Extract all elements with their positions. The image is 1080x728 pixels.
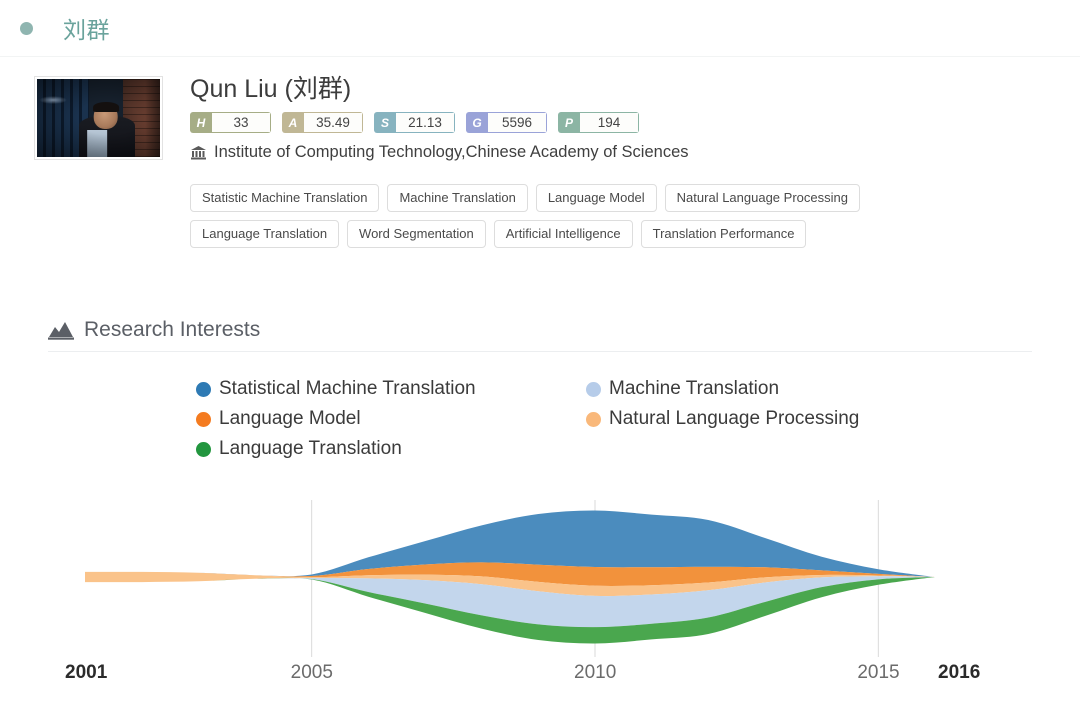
- legend-label: Statistical Machine Translation: [219, 378, 476, 399]
- keyword-tag-list: Statistic Machine Translation Machine Tra…: [190, 184, 995, 248]
- metric-badges: H 33 A 35.49 S 21.13 G 5596 P 194: [190, 112, 995, 133]
- legend-label: Language Model: [219, 408, 361, 429]
- institution-icon: [190, 145, 207, 161]
- p-index-icon: P: [558, 112, 580, 133]
- h-index-icon: H: [190, 112, 212, 133]
- photo-vignette: [37, 79, 160, 157]
- legend-label: Language Translation: [219, 438, 402, 459]
- section-divider: [48, 351, 1032, 352]
- keyword-tag[interactable]: Language Model: [535, 184, 657, 212]
- keyword-tag[interactable]: Natural Language Processing: [664, 184, 860, 212]
- x-axis-tick-label: 2005: [290, 662, 333, 683]
- section-title: Research Interests: [84, 318, 261, 341]
- metric-badge[interactable]: S 21.13: [374, 112, 455, 133]
- legend-label: Machine Translation: [609, 378, 780, 399]
- affiliation-text: Institute of Computing Technology,Chines…: [214, 143, 689, 161]
- stream-graph: [85, 500, 935, 657]
- research-interests-chart: 2001 2005 2010 2015 2016: [0, 492, 1080, 728]
- page-header: 刘群: [0, 0, 1080, 57]
- x-axis-tick-label: 2010: [574, 662, 617, 683]
- x-axis-tick-label: 2015: [857, 662, 900, 683]
- legend-item[interactable]: Natural Language Processing: [586, 408, 956, 430]
- chart-legend: Statistical Machine Translation Machine T…: [196, 378, 956, 460]
- keyword-tag[interactable]: Machine Translation: [387, 184, 528, 212]
- legend-item[interactable]: Statistical Machine Translation: [196, 378, 586, 400]
- legend-color-swatch: [196, 441, 211, 457]
- metric-badge-value: 5596: [488, 112, 547, 133]
- avatar-photo: [37, 79, 160, 157]
- metric-badge-value: 21.13: [396, 112, 455, 133]
- legend-item[interactable]: Language Model: [196, 408, 586, 430]
- g-index-icon: G: [466, 112, 488, 133]
- section-header: Research Interests: [0, 318, 1080, 342]
- keyword-tag[interactable]: Language Translation: [190, 220, 340, 248]
- avatar[interactable]: [34, 76, 163, 160]
- s-index-icon: S: [374, 112, 396, 133]
- metric-badge[interactable]: A 35.49: [282, 112, 363, 133]
- legend-label: Natural Language Processing: [609, 408, 860, 429]
- legend-color-swatch: [196, 381, 211, 397]
- metric-badge-value: 33: [212, 112, 271, 133]
- keyword-tag[interactable]: Statistic Machine Translation: [190, 184, 380, 212]
- keyword-tag[interactable]: Translation Performance: [640, 220, 807, 248]
- legend-item[interactable]: Machine Translation: [586, 378, 956, 400]
- x-axis-tick-label: 2001: [65, 662, 108, 683]
- keyword-tag[interactable]: Word Segmentation: [347, 220, 486, 248]
- person-name: Qun Liu (刘群): [190, 75, 352, 103]
- legend-color-swatch: [586, 381, 601, 397]
- metric-badge-value: 35.49: [304, 112, 363, 133]
- metric-badge[interactable]: H 33: [190, 112, 271, 133]
- affiliation: Institute of Computing Technology,Chines…: [190, 143, 995, 162]
- x-axis-tick-label: 2016: [938, 662, 981, 683]
- metric-badge[interactable]: G 5596: [466, 112, 547, 133]
- legend-item[interactable]: Language Translation: [196, 438, 586, 460]
- page-title: 刘群: [63, 17, 110, 43]
- research-interests-section: Research Interests: [0, 318, 1080, 352]
- legend-color-swatch: [586, 411, 601, 427]
- metric-badge[interactable]: P 194: [558, 112, 639, 133]
- area-chart-icon: [48, 320, 74, 340]
- profile-card: Qun Liu (刘群) H 33 A 35.49 S 21.13 G 5596 P 194 In…: [0, 58, 1080, 248]
- legend-color-swatch: [196, 411, 211, 427]
- dot-icon: [20, 21, 33, 35]
- keyword-tag[interactable]: Artificial Intelligence: [493, 220, 633, 248]
- profile-details: Qun Liu (刘群) H 33 A 35.49 S 21.13 G 5596 P 194 In…: [190, 72, 995, 248]
- a-index-icon: A: [282, 112, 304, 133]
- metric-badge-value: 194: [580, 112, 639, 133]
